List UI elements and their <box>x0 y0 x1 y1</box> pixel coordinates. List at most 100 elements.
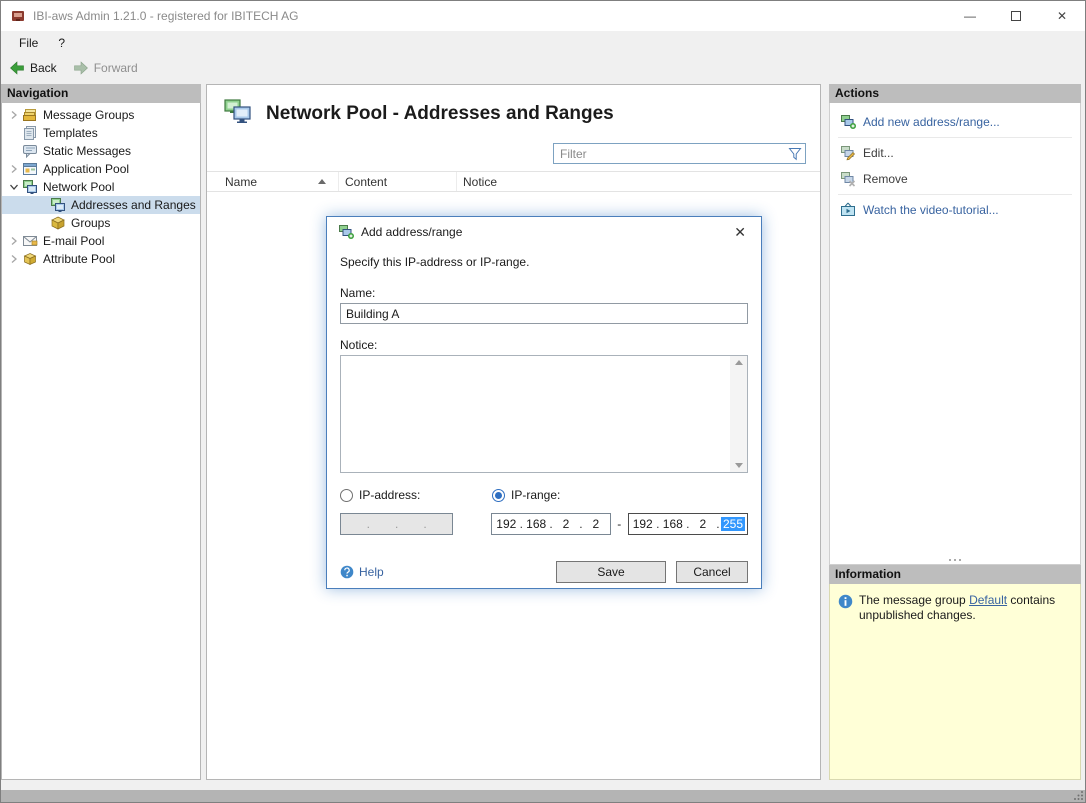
action-edit[interactable]: Edit... <box>830 140 1080 166</box>
information-message: The message group Default contains unpub… <box>859 593 1072 770</box>
tree-item-static-messages[interactable]: Static Messages <box>2 142 200 160</box>
templates-icon <box>22 125 38 141</box>
maximize-icon <box>1011 11 1021 21</box>
action-add-new-address-range[interactable]: Add new address/range... <box>830 109 1080 135</box>
add-address-icon <box>840 114 856 130</box>
ip-octet[interactable]: 2 <box>554 517 578 531</box>
notice-textarea[interactable] <box>341 356 730 472</box>
ip-range-from-input[interactable]: 192 . 168 . 2 . 2 <box>491 513 610 535</box>
ip-octet[interactable]: 168 <box>524 517 548 531</box>
chevron-spacer <box>6 143 22 159</box>
name-input[interactable] <box>340 303 748 324</box>
cancel-button[interactable]: Cancel <box>676 561 748 583</box>
close-button[interactable]: ✕ <box>1039 1 1085 31</box>
navigation-header: Navigation <box>1 84 201 103</box>
scroll-down-icon[interactable] <box>735 463 743 468</box>
information-header: Information <box>829 565 1081 584</box>
ip-octet[interactable]: 192 <box>494 517 518 531</box>
maximize-button[interactable] <box>993 1 1039 31</box>
tree-item-label: Static Messages <box>43 144 131 158</box>
notice-field <box>340 355 748 473</box>
column-label: Content <box>345 175 387 189</box>
minimize-button[interactable]: — <box>947 1 993 31</box>
menu-file[interactable]: File <box>9 33 48 53</box>
octet-separator: . <box>394 517 400 531</box>
message-prefix: The message group <box>859 593 969 607</box>
action-remove[interactable]: Remove <box>830 166 1080 192</box>
action-watch-video-tutorial[interactable]: Watch the video-tutorial... <box>830 197 1080 223</box>
table-header-row: Name Content Notice <box>207 171 820 192</box>
right-panel: Actions Add new address/range... Edit...… <box>829 84 1081 780</box>
attribute-pool-icon <box>22 251 38 267</box>
notice-scrollbar[interactable] <box>730 356 747 472</box>
back-button[interactable]: Back <box>9 60 57 76</box>
filter-input[interactable] <box>554 147 785 161</box>
column-label: Notice <box>463 175 497 189</box>
default-message-group-link[interactable]: Default <box>969 593 1007 607</box>
app-icon <box>10 8 26 24</box>
information-section: Information The message group Default co… <box>829 565 1081 780</box>
actions-separator <box>838 137 1072 138</box>
ip-range-radio-label: IP-range: <box>511 488 560 502</box>
chevron-spacer <box>6 125 22 141</box>
resize-grip[interactable] <box>1073 790 1084 801</box>
ip-range-to-input[interactable]: 192 . 168 . 2 . 255 <box>628 513 748 535</box>
column-label: Name <box>225 175 257 189</box>
ip-address-radio-group[interactable]: IP-address: <box>340 488 492 502</box>
ip-octet[interactable]: 255 <box>721 517 745 531</box>
filter-row <box>207 139 820 171</box>
menu-help[interactable]: ? <box>48 33 75 53</box>
email-pool-icon <box>22 233 38 249</box>
column-header-notice[interactable]: Notice <box>457 172 820 191</box>
ip-octet[interactable]: 2 <box>691 517 715 531</box>
network-pool-page-icon <box>223 98 253 130</box>
ip-address-input[interactable]: . . . <box>340 513 453 535</box>
network-pool-icon <box>22 179 38 195</box>
tree-item-label: E-mail Pool <box>43 234 104 248</box>
groups-icon <box>50 215 66 231</box>
tree-item-groups[interactable]: Groups <box>2 214 200 232</box>
page-title-row: Network Pool - Addresses and Ranges <box>207 85 820 139</box>
column-header-content[interactable]: Content <box>339 172 457 191</box>
chevron-down-icon[interactable] <box>6 179 22 195</box>
panel-splitter-handle[interactable] <box>949 556 961 564</box>
dialog-title: Add address/range <box>361 225 462 239</box>
column-header-name[interactable]: Name <box>207 172 339 191</box>
info-icon <box>838 594 853 609</box>
ip-range-radio-group[interactable]: IP-range: <box>492 488 560 502</box>
ip-address-radio[interactable] <box>340 489 353 502</box>
action-label: Add new address/range... <box>863 115 1000 129</box>
chevron-right-icon[interactable] <box>6 233 22 249</box>
tree-item-message-groups[interactable]: Message Groups <box>2 106 200 124</box>
edit-icon <box>840 145 856 161</box>
forward-arrow-icon <box>73 60 89 76</box>
chevron-right-icon[interactable] <box>6 107 22 123</box>
help-link[interactable]: Help <box>340 565 384 579</box>
ip-octet[interactable]: 2 <box>584 517 608 531</box>
ip-address-radio-label: IP-address: <box>359 488 420 502</box>
save-button[interactable]: Save <box>556 561 666 583</box>
navigation-tree: Message Groups Templates Static Messages… <box>1 103 201 780</box>
tree-item-network-pool[interactable]: Network Pool <box>2 178 200 196</box>
scroll-up-icon[interactable] <box>735 360 743 365</box>
tree-item-attribute-pool[interactable]: Attribute Pool <box>2 250 200 268</box>
tree-item-addresses-and-ranges[interactable]: Addresses and Ranges <box>2 196 200 214</box>
video-tutorial-icon <box>840 202 856 218</box>
dialog-close-button[interactable]: ✕ <box>730 223 750 241</box>
chevron-right-icon[interactable] <box>6 251 22 267</box>
ip-octet[interactable]: 168 <box>661 517 685 531</box>
action-label: Edit... <box>863 146 894 160</box>
window-controls: — ✕ <box>947 1 1085 31</box>
ip-range-radio[interactable] <box>492 489 505 502</box>
menubar: File ? <box>1 31 1085 55</box>
tree-item-email-pool[interactable]: E-mail Pool <box>2 232 200 250</box>
notice-label: Notice: <box>340 338 748 352</box>
forward-button[interactable]: Forward <box>73 60 138 76</box>
tree-item-label: Application Pool <box>43 162 129 176</box>
dialog-title-icon <box>338 224 354 240</box>
chevron-right-icon[interactable] <box>6 161 22 177</box>
tree-item-templates[interactable]: Templates <box>2 124 200 142</box>
ip-octet[interactable]: 192 <box>631 517 655 531</box>
tree-item-application-pool[interactable]: Application Pool <box>2 160 200 178</box>
filter-funnel-icon[interactable] <box>785 144 805 163</box>
